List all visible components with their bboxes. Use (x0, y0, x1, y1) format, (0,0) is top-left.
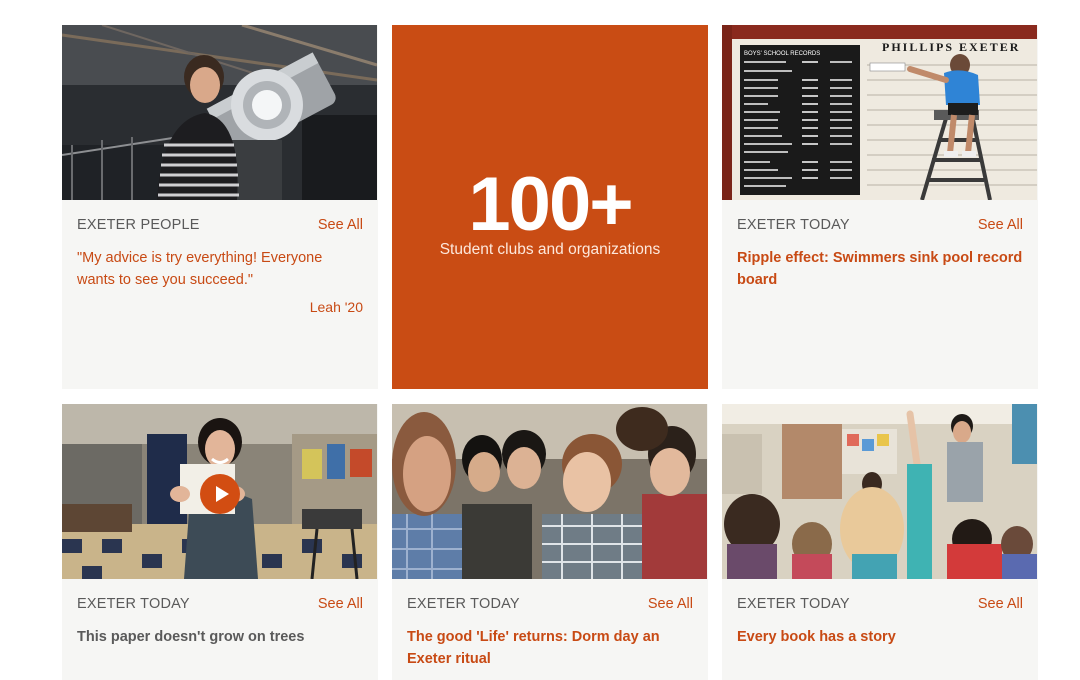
pool-record-board-image: PHILLIPS EXETER BOYS' SCHOOL RECORDS (722, 25, 1037, 200)
see-all-link[interactable]: See All (978, 217, 1023, 233)
category-label: EXETER TODAY (737, 596, 850, 612)
quote-author: Leah '20 (309, 299, 363, 315)
pool-record-board-photo[interactable]: PHILLIPS EXETER BOYS' SCHOOL RECORDS (722, 25, 1037, 200)
classroom-image (722, 404, 1037, 579)
category-label: EXETER TODAY (77, 596, 190, 612)
see-all-link[interactable]: See All (648, 596, 693, 612)
board-header: PHILLIPS EXETER (882, 40, 1020, 54)
category-label: EXETER TODAY (407, 596, 520, 612)
article-title[interactable]: Ripple effect: Swimmers sink pool record… (737, 247, 1023, 291)
article-title[interactable]: The good 'Life' returns: Dorm day an Exe… (407, 626, 693, 670)
people-card: EXETER PEOPLE See All "My advice is try … (62, 25, 378, 389)
news-card-paper-trees: EXETER TODAY See All This paper doesn't … (62, 404, 378, 680)
news-card-dorm-day: EXETER TODAY See All The good 'Life' ret… (392, 404, 708, 680)
see-all-link[interactable]: See All (318, 217, 363, 233)
student-telescope-image (62, 25, 377, 200)
stat-number: 100+ (468, 162, 633, 247)
see-all-link[interactable]: See All (318, 596, 363, 612)
profile-quote: "My advice is try everything! Everyone w… (77, 250, 323, 288)
article-title[interactable]: Every book has a story (737, 626, 1023, 648)
board-subheader: BOYS' SCHOOL RECORDS (744, 51, 820, 57)
category-label: EXETER PEOPLE (77, 217, 200, 233)
clubs-stat-tile: 100+ Student clubs and organizations (392, 25, 708, 389)
news-card-ripple-effect: PHILLIPS EXETER BOYS' SCHOOL RECORDS EXE… (722, 25, 1038, 389)
classroom-photo[interactable] (722, 404, 1037, 579)
students-huddle-photo[interactable] (392, 404, 707, 579)
stat-label: Student clubs and organizations (439, 241, 661, 258)
news-card-every-book: EXETER TODAY See All Every book has a st… (722, 404, 1038, 680)
student-telescope-photo[interactable] (62, 25, 377, 200)
article-title[interactable]: This paper doesn't grow on trees (77, 626, 363, 648)
play-icon (215, 486, 229, 502)
see-all-link[interactable]: See All (978, 596, 1023, 612)
students-huddle-image (392, 404, 707, 579)
play-video-button[interactable] (200, 474, 240, 514)
category-label: EXETER TODAY (737, 217, 850, 233)
